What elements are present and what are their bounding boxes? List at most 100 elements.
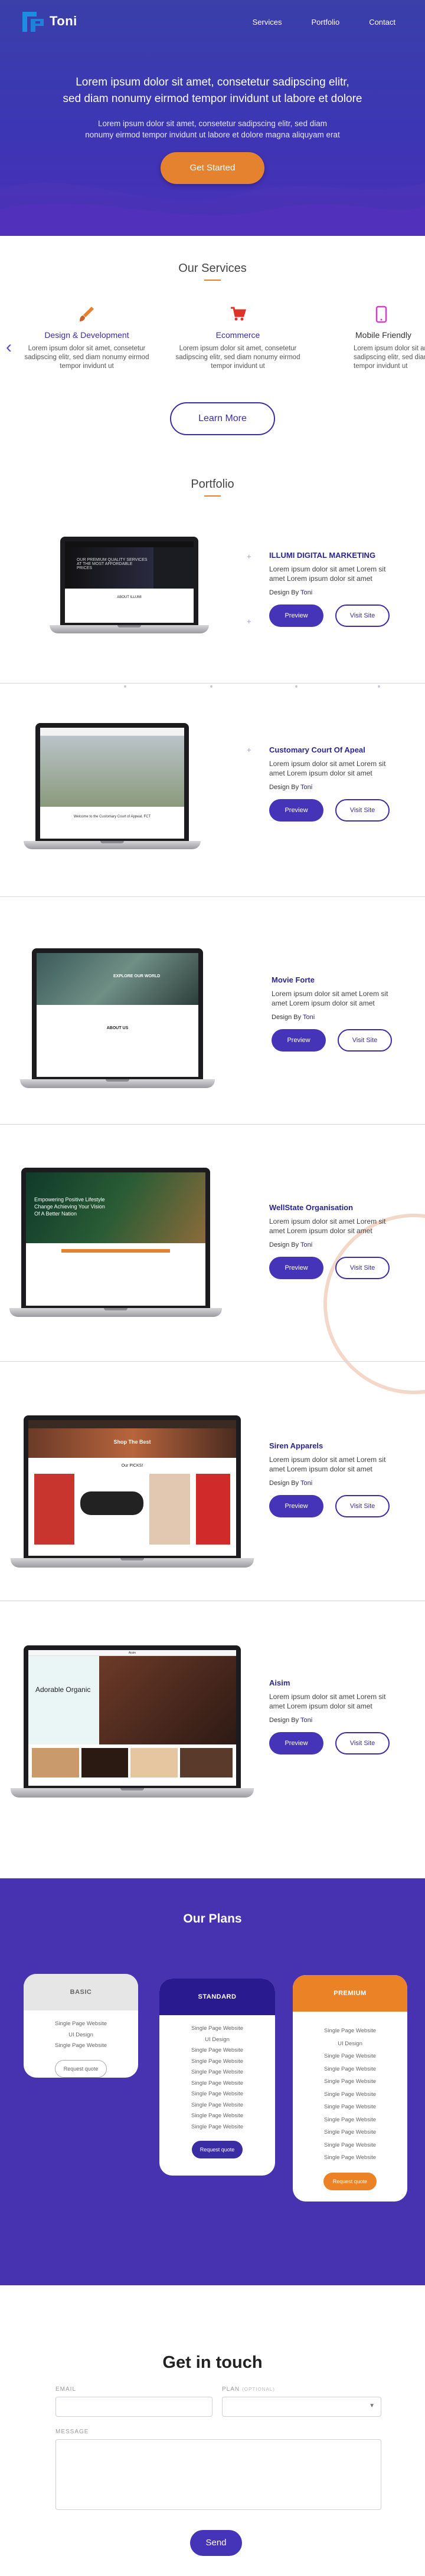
laptop-mockup: OUR PREMIUM QUALITY SERVICES AT THE MOST… [50,537,209,655]
message-field[interactable] [55,2439,381,2510]
plan-feature: Single Page Website [54,2020,107,2027]
credit-designer: Toni [300,1480,313,1487]
service-title: Design & Development [44,330,129,340]
portfolio-item-desc: Lorem ipsum dolor sit amet Lorem sit ame… [269,760,386,777]
visit-site-button[interactable]: Visit Site [335,1732,390,1754]
service-desc-line: tempor invidunt ut [60,363,114,370]
plan-feature: Single Page Website [191,2091,244,2097]
credit-prefix: Design By [269,1241,299,1248]
service-desc: Lorem ipsum dolor sit amet, consetetur s… [19,344,155,371]
plan-feature: Single Page Website [191,2069,244,2075]
request-quote-button[interactable]: Request quote [192,2141,243,2158]
paintbrush-icon [19,305,155,324]
portfolio-item-desc: Lorem ipsum dolor sit amet Lorem sit ame… [269,565,386,583]
service-desc-line: sadipscing elitr, sed diam nonu [354,354,425,361]
portfolio-screenshot: Welcome to the Customary Court of Appeal… [40,728,184,839]
get-started-button[interactable]: Get Started [161,152,264,184]
portfolio-item-desc: Lorem ipsum dolor sit amet Lorem sit ame… [272,990,388,1007]
send-button[interactable]: Send [190,2530,242,2556]
plan-feature: UI Design [338,2040,362,2047]
plan-features: Single Page Website UI Design Single Pag… [24,2019,138,2052]
portfolio-item-credit: Design By Toni [269,784,393,791]
preview-button[interactable]: Preview [269,604,323,627]
credit-prefix: Design By [269,1717,299,1724]
credit-designer: Toni [303,1014,315,1021]
nav-portfolio[interactable]: Portfolio [311,18,339,27]
portfolio-item-name: Siren Apparels [269,1441,323,1450]
plus-decoration-icon: + [247,552,251,561]
preview-button[interactable]: Preview [269,799,323,822]
portfolio-item-info: ILLUMI DIGITAL MARKETING Lorem ipsum dol… [269,551,393,627]
service-desc-line: Lorem ipsum dolor sit amet, consetetur [28,345,146,352]
visit-site-button[interactable]: Visit Site [335,604,390,627]
plan-feature: UI Design [205,2036,230,2043]
plan-feature: Single Page Website [323,2065,377,2072]
brand-logo[interactable]: Toni [20,8,77,34]
preview-button[interactable]: Preview [269,1732,323,1754]
portfolio-screenshot: OUR PREMIUM QUALITY SERVICES AT THE MOST… [65,541,194,623]
plus-decoration-icon: + [247,745,251,754]
portfolio-item-desc: Lorem ipsum dolor sit amet Lorem sit ame… [269,1693,386,1710]
plan-feature: Single Page Website [323,2091,377,2098]
screenshot-hero-text: Shop The Best [28,1428,236,1458]
message-label: MESSAGE [55,2429,89,2435]
service-card-mobile: Mobile Friendly Lorem ipsum dolor sit am… [321,305,425,371]
services-title-underline [204,280,221,281]
visit-site-button[interactable]: Visit Site [335,1257,390,1279]
hero-subtitle-line: Lorem ipsum dolor sit amet, consetetur s… [98,119,327,128]
services-prev-arrow-icon[interactable]: ‹ [6,337,12,357]
portfolio-divider [0,1361,425,1362]
plan-optional-text: (OPTIONAL) [242,2387,275,2392]
portfolio-screenshot: Aisim Adorable Organic [28,1650,236,1786]
service-card-design: Design & Development Lorem ipsum dolor s… [19,305,155,371]
plan-card-premium: PREMIUM Single Page Website UI Design Si… [293,1975,407,2202]
preview-button[interactable]: Preview [269,1257,323,1279]
screenshot-hero-text: Welcome to the Customary Court of Appeal… [73,815,151,819]
chevron-down-icon: ▼ [369,2403,375,2409]
request-quote-button[interactable]: Request quote [55,2059,107,2078]
nav-services[interactable]: Services [253,18,282,27]
portfolio-item-info: Movie Forte Lorem ipsum dolor sit amet L… [272,975,395,1052]
service-desc-line: tempor invidunt ut [211,363,265,370]
service-desc-line: Lorem ipsum dolor sit amet, consetetur [179,345,297,352]
visit-site-button[interactable]: Visit Site [335,799,390,822]
dot-decoration [295,685,298,688]
service-title: Ecommerce [215,330,260,340]
preview-button[interactable]: Preview [269,1495,323,1517]
hero-title-line: Lorem ipsum dolor sit amet, consetetur s… [76,76,349,88]
visit-site-button[interactable]: Visit Site [335,1495,390,1517]
plan-feature: Single Page Website [191,2112,244,2119]
preview-button[interactable]: Preview [272,1029,326,1052]
logo-mark-icon [22,12,44,32]
service-desc-line: sadipscing elitr, sed diam nonumy eirmod [175,354,300,361]
plan-feature: Single Page Website [323,2141,377,2148]
service-title: Mobile Friendly [355,330,411,340]
hero-section: Toni Services Portfolio Contact Lorem ip… [0,0,425,236]
service-desc: Lorem ipsum dolor sit amet, consetetur s… [170,344,306,371]
cart-icon [170,305,306,324]
visit-site-button[interactable]: Visit Site [338,1029,392,1052]
credit-designer: Toni [300,589,313,596]
service-desc-line: sadipscing elitr, sed diam nonumy eirmod [24,354,149,361]
portfolio-screenshot: Shop The Best Our PICKS! [28,1420,236,1556]
laptop-mockup: Aisim Adorable Organic [11,1645,254,1800]
credit-designer: Toni [300,784,313,791]
plan-label: PLAN (OPTIONAL) [222,2386,275,2393]
email-field[interactable] [55,2397,212,2417]
plan-feature: Single Page Website [323,2104,377,2110]
service-desc: Lorem ipsum dolor sit amet, con sadipsci… [321,344,425,371]
credit-prefix: Design By [272,1014,302,1021]
portfolio-divider [0,896,425,897]
email-label: EMAIL [55,2386,77,2393]
plan-select[interactable]: ▼ [222,2397,381,2417]
screenshot-hero-text: EXPLORE OUR WORLD [37,953,198,1005]
nav-contact[interactable]: Contact [369,18,395,27]
laptop-mockup: Shop The Best Our PICKS! [11,1415,254,1570]
portfolio-item-info: Customary Court Of Apeal Lorem ipsum dol… [269,745,393,822]
learn-more-button[interactable]: Learn More [170,402,275,435]
screenshot-sub-text: ABOUT ILLUMI [65,589,194,623]
plan-name: STANDARD [159,1979,275,2015]
credit-designer: Toni [300,1717,313,1724]
request-quote-button[interactable]: Request quote [323,2172,377,2190]
plan-feature: Single Page Website [191,2025,244,2032]
